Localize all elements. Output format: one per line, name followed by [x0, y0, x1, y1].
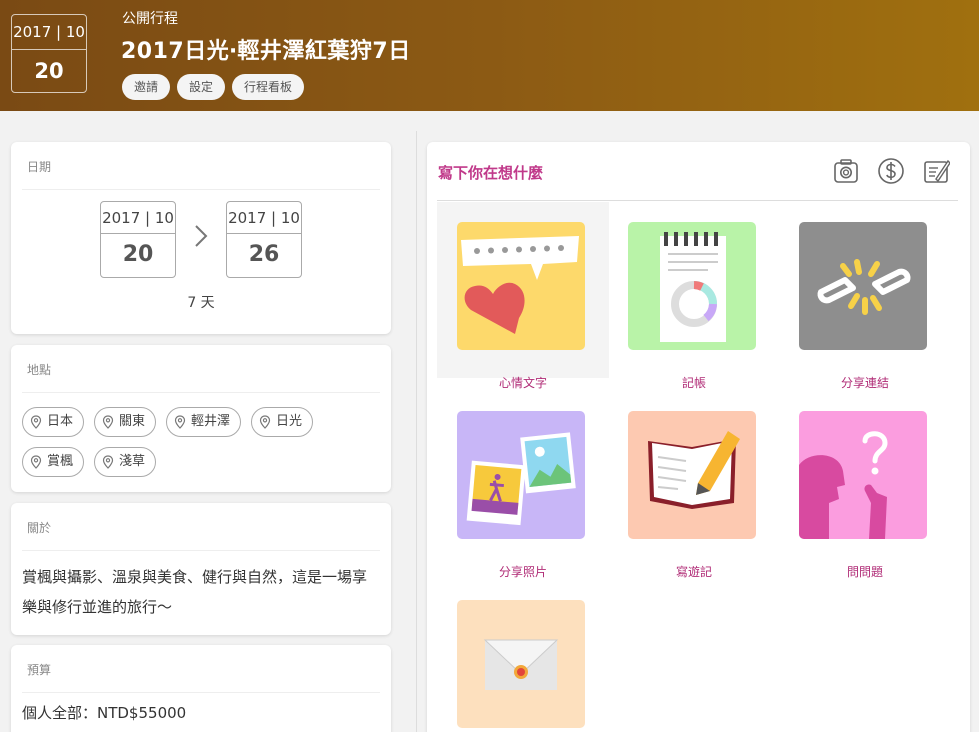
question-icon: [799, 411, 927, 539]
map-pin-icon: [30, 415, 42, 429]
trip-duration: 7 天: [187, 295, 215, 311]
end-date: 2017 | 10 26: [226, 201, 302, 278]
date-card-heading: 日期: [22, 142, 380, 190]
column-divider: [416, 131, 417, 732]
location-card-heading: 地點: [22, 345, 380, 393]
dollar-icon[interactable]: [877, 157, 905, 185]
journal-label: 寫遊記: [675, 565, 712, 579]
journal-icon: [628, 411, 756, 539]
share-photo-label: 分享照片: [498, 565, 547, 579]
mood-text-label: 心情文字: [498, 376, 547, 390]
expense-icon: [628, 222, 756, 350]
mood-text-tile[interactable]: 心情文字: [437, 202, 609, 390]
location-tag-label: 日光: [276, 414, 303, 429]
page-title: 2017日光‧輕井澤紅葉狩7日: [121, 39, 411, 64]
date-card: 日期 2017 | 10 20 2017 | 10 26 7 天: [11, 142, 391, 334]
share-link-label: 分享連結: [840, 376, 889, 390]
location-tag-label: 淺草: [119, 454, 146, 469]
location-tags: 日本 關東 輕井澤 日光 賞楓 淺草: [11, 393, 391, 477]
map-pin-icon: [102, 455, 114, 469]
map-pin-icon: [174, 415, 186, 429]
mood-text-icon: [457, 222, 585, 350]
share-link-tile[interactable]: 分享連結: [779, 202, 951, 390]
header-actions: 邀請 設定 行程看板: [122, 74, 305, 100]
start-date: 2017 | 10 20: [100, 201, 176, 278]
location-tag[interactable]: 淺草: [94, 447, 157, 477]
compose-divider: [437, 200, 958, 201]
trip-header: 2017 | 10 20 公開行程 2017日光‧輕井澤紅葉狩7日 邀請 設定 …: [0, 0, 979, 111]
date-range: 2017 | 10 20 2017 | 10 26: [100, 201, 302, 278]
map-pin-icon: [259, 415, 271, 429]
photo-icon: [457, 411, 585, 539]
expense-label: 記帳: [681, 376, 706, 390]
start-date-year-month: 2017 | 10: [101, 202, 175, 234]
location-tag[interactable]: 賞楓: [22, 447, 85, 477]
map-pin-icon: [30, 455, 42, 469]
location-tag-label: 日本: [47, 414, 74, 429]
compose-title: 寫下你在想什麼: [438, 164, 544, 182]
camera-icon[interactable]: [832, 157, 860, 185]
about-card: 關於 賞楓與攝影、溫泉與美食、健行與自然，這是一場享樂與修行並進的旅行～: [11, 503, 391, 635]
location-tag[interactable]: 關東: [94, 407, 157, 437]
letter-tile[interactable]: [437, 580, 609, 732]
location-tag-label: 賞楓: [47, 454, 74, 469]
trip-board-button[interactable]: 行程看板: [232, 74, 305, 100]
location-tag[interactable]: 輕井澤: [166, 407, 242, 437]
ask-question-label: 問問題: [846, 565, 883, 579]
ask-question-tile[interactable]: 問問題: [779, 391, 951, 579]
about-text: 賞楓與攝影、溫泉與美食、健行與自然，這是一場享樂與修行並進的旅行～: [22, 568, 368, 616]
end-date-day: 26: [248, 242, 280, 267]
location-tag-label: 關東: [119, 414, 146, 429]
location-tag[interactable]: 日光: [251, 407, 314, 437]
compose-toolbar: [832, 157, 950, 185]
header-date-day: 20: [34, 59, 64, 83]
expense-tile[interactable]: 記帳: [608, 202, 780, 390]
letter-icon: [457, 600, 585, 728]
chevron-right-icon: [176, 224, 226, 255]
link-icon: [799, 222, 927, 350]
about-card-heading: 關於: [22, 503, 380, 551]
header-date-badge: 2017 | 10 20: [11, 14, 87, 93]
location-card: 地點 日本 關東 輕井澤 日光 賞楓 淺草: [11, 345, 391, 492]
location-tag[interactable]: 日本: [22, 407, 85, 437]
location-tag-label: 輕井澤: [191, 414, 231, 429]
settings-button[interactable]: 設定: [177, 74, 226, 100]
map-pin-icon: [102, 415, 114, 429]
budget-text: 個人全部：NTD$55000: [22, 704, 187, 722]
end-date-year-month: 2017 | 10: [227, 202, 301, 234]
compose-panel: 寫下你在想什麼 心情文字 記帳 分享連結 分享照片 寫遊記 問問題: [427, 142, 970, 732]
trip-visibility: 公開行程: [122, 11, 178, 27]
invite-button[interactable]: 邀請: [122, 74, 171, 100]
budget-card-heading: 預算: [22, 645, 380, 693]
journal-tile[interactable]: 寫遊記: [608, 391, 780, 579]
budget-card: 預算 個人全部：NTD$55000: [11, 645, 391, 732]
note-icon[interactable]: [922, 157, 950, 185]
header-date-year-month: 2017 | 10: [12, 15, 86, 50]
share-photo-tile[interactable]: 分享照片: [437, 391, 609, 579]
start-date-day: 20: [122, 242, 154, 267]
